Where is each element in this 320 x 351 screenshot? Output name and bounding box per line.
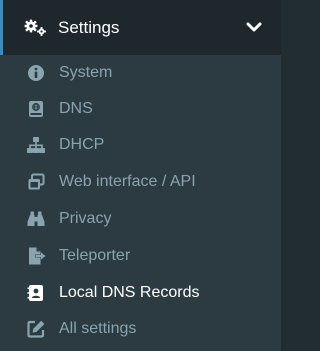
gears-icon xyxy=(24,19,46,36)
settings-menu-header[interactable]: Settings xyxy=(0,0,281,55)
settings-menu-title: Settings xyxy=(58,18,120,37)
submenu-item-label: Privacy xyxy=(59,210,112,227)
submenu-item-label: Teleporter xyxy=(59,247,131,264)
submenu-item-dns[interactable]: DNS xyxy=(0,91,281,127)
submenu-item-all-settings[interactable]: All settings xyxy=(0,311,281,347)
submenu-item-local-dns-records[interactable]: Local DNS Records xyxy=(0,275,281,311)
sidebar-settings-menu: Settings System DNS DHCP Web interface /… xyxy=(0,0,281,351)
window-restore-icon xyxy=(28,173,45,190)
file-export-icon xyxy=(29,247,46,265)
submenu-item-label: All settings xyxy=(59,320,137,337)
submenu-item-label: Local DNS Records xyxy=(59,284,200,301)
dns-book-icon xyxy=(29,101,43,117)
binoculars-icon xyxy=(27,211,45,226)
sitemap-icon xyxy=(27,137,45,153)
info-circle-icon xyxy=(28,65,44,81)
submenu-item-label: DHCP xyxy=(59,136,105,153)
submenu-item-dhcp[interactable]: DHCP xyxy=(0,127,281,163)
submenu-item-label: Web interface / API xyxy=(59,173,196,190)
submenu-item-web-interface-api[interactable]: Web interface / API xyxy=(0,164,281,200)
submenu-item-privacy[interactable]: Privacy xyxy=(0,201,281,237)
submenu-item-teleporter[interactable]: Teleporter xyxy=(0,238,281,274)
edit-icon xyxy=(27,320,45,338)
submenu-item-system[interactable]: System xyxy=(0,55,281,91)
address-card-icon xyxy=(27,285,43,301)
chevron-down-icon[interactable] xyxy=(244,18,264,36)
submenu-item-label: DNS xyxy=(59,100,93,117)
submenu-item-label: System xyxy=(59,64,113,81)
